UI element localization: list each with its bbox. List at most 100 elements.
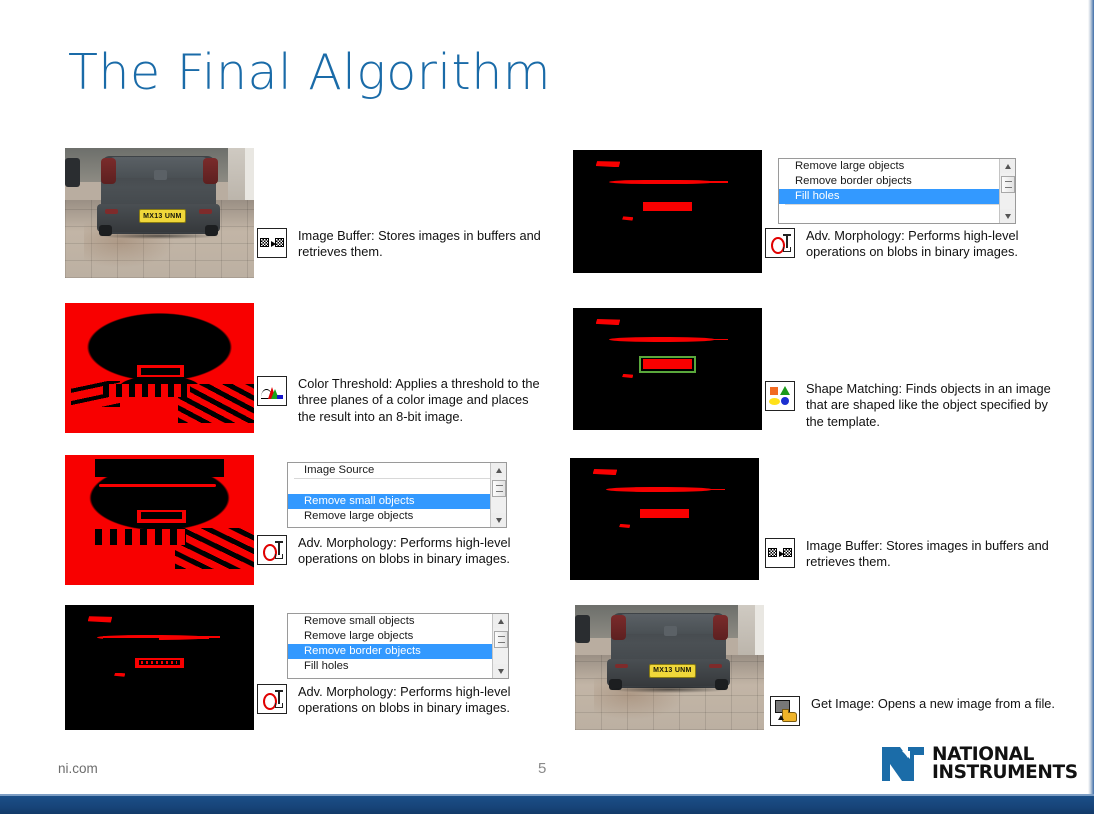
list-item[interactable]: Remove small objects [288,614,492,629]
car-top-black [95,458,224,478]
get-image-icon [770,696,800,726]
list-item[interactable]: Remove large objects [288,629,492,644]
photo-reflector-right [199,209,213,214]
adv-morphology-icon [257,684,287,714]
listbox-scrollbar[interactable] [490,463,506,527]
blob-bumper-streak [605,487,712,493]
number-plate-text: MX13 UNM [653,667,692,675]
listbox-items[interactable]: Remove small objects Remove large object… [288,614,492,678]
list-item[interactable] [288,479,490,494]
scroll-up-arrow-icon[interactable] [1000,159,1015,173]
blob-plate-filled [639,509,690,518]
step-label: Shape Matching: Finds objects in an imag… [806,381,1051,429]
photo-neighbour-car [575,615,591,643]
step-label: Adv. Morphology: Performs high-level ope… [298,535,511,567]
shape-matching-icon [765,381,795,411]
scroll-up-arrow-icon[interactable] [491,463,506,477]
photo-tail-light-right [712,615,729,640]
step-shape-matching: Shape Matching: Finds objects in an imag… [765,381,1063,430]
blob-streak-tail [702,488,725,491]
blob-streak-tail [705,338,728,341]
photo-car-badge [663,626,678,637]
scroll-down-arrow-icon[interactable] [491,513,506,527]
blob-bumper-streak [608,337,715,343]
step-adv-morphology-2: Adv. Morphology: Performs high-level ope… [257,684,549,717]
footer-url: ni.com [58,761,98,776]
step-label: Adv. Morphology: Performs high-level ope… [298,684,511,716]
binary-background [65,605,254,730]
remove-small-objects-result [65,455,254,585]
listbox-items[interactable]: Remove large objects Remove border objec… [779,159,999,223]
photo-tail-light-left [610,615,627,640]
national-instruments-logo: NATIONAL INSTRUMENTS [880,743,1078,785]
shape-matching-result [573,308,762,430]
adv-morphology-listbox-fill-holes[interactable]: Remove large objects Remove border objec… [778,158,1016,224]
listbox-scrollbar[interactable] [492,614,508,678]
step-adv-morphology-1: Adv. Morphology: Performs high-level ope… [257,535,549,568]
step-label: Image Buffer: Stores images in buffers a… [298,228,541,260]
scrollbar-thumb[interactable] [1001,176,1015,193]
source-photo-bottom-right: MX13 UNM [575,605,764,730]
scrollbar-thumb[interactable] [492,480,506,497]
step-color-threshold: Color Threshold: Applies a threshold to … [257,376,549,425]
blob-streak-hole [102,638,160,640]
adv-morphology-icon [765,228,795,258]
scrollbar-thumb[interactable] [494,631,508,648]
list-item-selected[interactable]: Remove small objects [288,494,490,509]
blob-plate-filled [642,201,693,212]
step-image-buffer-1: Image Buffer: Stores images in buffers a… [257,228,547,261]
ni-eagle-mark-icon [882,747,924,781]
photo-tail-light-left [100,158,117,185]
source-photo-top-left: MX13 UNM [65,148,254,278]
scroll-down-arrow-icon[interactable] [493,664,508,678]
paving-pattern-mid [95,529,186,545]
image-buffer-icon [257,228,287,258]
list-item-selected[interactable]: Fill holes [779,189,999,204]
step-label: Get Image: Opens a new image from a file… [811,696,1055,711]
list-item[interactable]: Remove large objects [288,509,490,524]
color-threshold-icon [257,376,287,406]
listbox-scrollbar[interactable] [999,159,1015,223]
list-item[interactable] [779,205,999,220]
list-item[interactable]: Remove border objects [779,174,999,189]
plate-text-blob [140,512,183,520]
photo-reflector-right [709,663,723,669]
blob-streak-tail [201,636,220,639]
photo-shadow [609,686,730,693]
bumper-gap [116,356,203,366]
slide: The Final Algorithm MX13 UNM Image Buffe… [0,0,1094,814]
photo-car-badge [153,170,168,181]
photo-tail-light-right [202,158,219,185]
list-item[interactable]: Fill holes [288,659,492,674]
adv-morphology-listbox-remove-small-objects[interactable]: Image Source Remove small objects Remove… [287,462,507,528]
list-item-selected[interactable]: Remove border objects [288,644,492,659]
slide-right-border [1088,0,1094,814]
step-adv-morphology-3: Adv. Morphology: Performs high-level ope… [765,228,1060,261]
number-plate-text: MX13 UNM [143,212,182,220]
fill-holes-result [573,150,762,273]
step-image-buffer-2: Image Buffer: Stores images in buffers a… [765,538,1057,571]
list-item[interactable]: Image Source [288,463,490,478]
adv-morphology-icon [257,535,287,565]
remove-border-objects-result [65,605,254,730]
scroll-up-arrow-icon[interactable] [493,614,508,628]
photo-reflector-left [104,209,118,214]
image-buffer-icon [765,538,795,568]
ni-wordmark-line2: INSTRUMENTS [932,762,1078,784]
step-label: Image Buffer: Stores images in buffers a… [806,538,1049,570]
binary-background [573,150,762,273]
listbox-items[interactable]: Image Source Remove small objects Remove… [288,463,490,527]
step-label: Adv. Morphology: Performs high-level ope… [806,228,1019,260]
plate-text-blob [140,368,181,375]
adv-morphology-listbox-remove-border-objects[interactable]: Remove small objects Remove large object… [287,613,509,679]
scroll-down-arrow-icon[interactable] [1000,209,1015,223]
photo-shadow [99,232,220,239]
list-item[interactable]: Remove large objects [779,159,999,174]
blob-plate-characters [140,660,177,665]
step-get-image: Get Image: Opens a new image from a file… [770,696,1070,726]
bumper-streak [99,483,217,487]
slide-bottom-bar [0,796,1094,814]
ni-wordmark: NATIONAL INSTRUMENTS [932,745,1078,784]
shape-match-bounding-box [639,356,696,373]
paving-pattern-right [174,527,254,570]
